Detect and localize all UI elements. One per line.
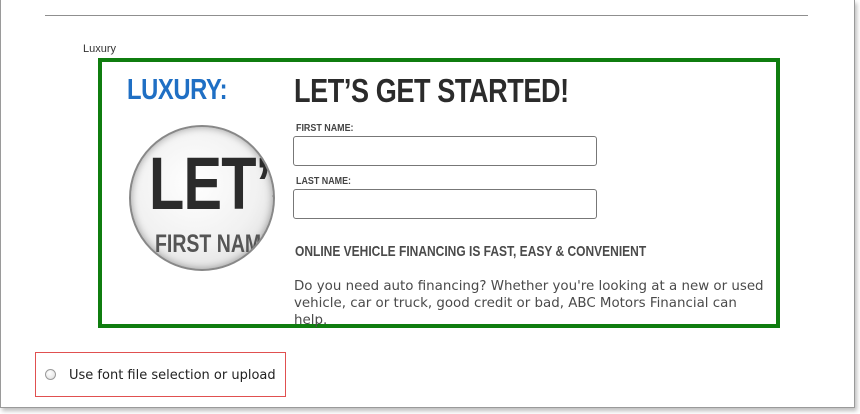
form-title: LET’S GET STARTED! <box>294 72 569 109</box>
thumbnail-small-text: FIRST NAME <box>155 230 275 258</box>
font-file-option-highlight: Use font file selection or upload <box>35 352 286 397</box>
last-name-label: LAST NAME: <box>296 175 352 187</box>
content-frame: Luxury LUXURY: LET’S FIRST NAME LET’S GE… <box>0 0 855 408</box>
thumbnail-big-text: LET’S <box>149 142 273 225</box>
last-name-field[interactable] <box>293 189 597 219</box>
font-preview-panel[interactable]: LUXURY: LET’S FIRST NAME LET’S GET START… <box>98 58 780 328</box>
divider-line <box>45 15 808 16</box>
font-name-heading: LUXURY: <box>127 74 228 106</box>
first-name-field[interactable] <box>293 136 597 166</box>
financing-subheading: ONLINE VEHICLE FINANCING IS FAST, EASY &… <box>295 243 647 260</box>
financing-body-text: Do you need auto financing? Whether you'… <box>294 279 764 328</box>
font-file-radio-label[interactable]: Use font file selection or upload <box>69 368 276 383</box>
font-thumbnail-image: LET’S FIRST NAME <box>129 125 275 271</box>
font-option-label: Luxury <box>83 43 117 55</box>
font-file-radio[interactable] <box>45 369 56 380</box>
first-name-label: FIRST NAME: <box>296 122 354 134</box>
